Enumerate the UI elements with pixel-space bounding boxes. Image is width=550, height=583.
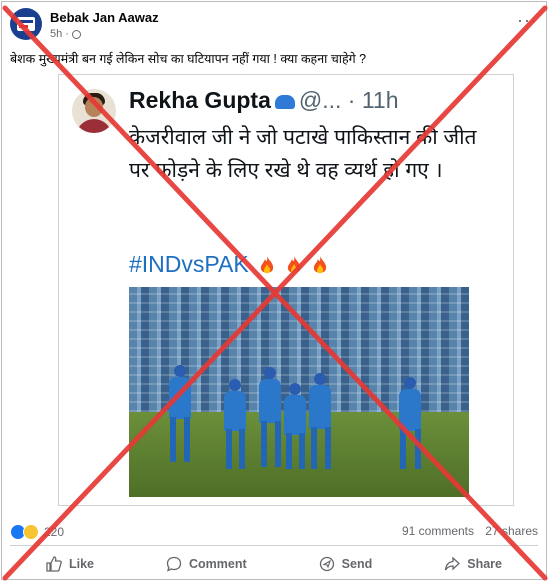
- comments-count[interactable]: 91 comments: [402, 524, 474, 538]
- like-button[interactable]: Like: [46, 556, 94, 572]
- shares-count[interactable]: 27 shares: [485, 524, 538, 538]
- send-icon: [319, 556, 334, 572]
- reactions-count: 220: [44, 525, 65, 539]
- tweet-avatar: [72, 89, 116, 133]
- verified-badge-icon: [274, 94, 295, 109]
- fire-icon: [313, 255, 327, 274]
- share-label: Share: [467, 557, 502, 571]
- globe-icon: [71, 29, 81, 39]
- haha-reaction-icon: [23, 524, 39, 540]
- cricket-team-photo: [129, 287, 469, 497]
- tweet-text: केजरीवाल जी ने जो पटाखे पाकिस्तान की जीत…: [129, 126, 477, 182]
- tweet-time: · 11h: [347, 87, 399, 113]
- page-name[interactable]: Bebak Jan Aawaz: [50, 10, 159, 25]
- tweet-hashtag-row: #INDvsPAK: [129, 251, 328, 278]
- more-icon[interactable]: ···: [517, 10, 538, 31]
- post-caption: बेशक मुख्यमंत्री बन गई लेकिन सोच का घटिय…: [10, 52, 367, 66]
- tweet-handle: @...: [298, 87, 342, 113]
- tweet-hashtag: #INDvsPAK: [129, 251, 249, 277]
- comment-button[interactable]: Comment: [166, 556, 247, 572]
- share-button[interactable]: Share: [444, 556, 502, 572]
- post-stats: 220 91 comments 27 shares: [10, 524, 538, 542]
- divider: [10, 545, 538, 546]
- send-button[interactable]: Send: [319, 556, 373, 572]
- fire-icon: [287, 255, 300, 274]
- share-icon: [445, 556, 461, 571]
- tweet-author-name: Rekha Gupta: [129, 87, 271, 113]
- send-label: Send: [341, 557, 373, 571]
- like-label: Like: [69, 557, 95, 571]
- tweet-header: Rekha Gupta @... · 11h: [129, 87, 399, 114]
- tweet-screenshot[interactable]: Rekha Gupta @... · 11h केजरीवाल जी ने जो …: [58, 74, 514, 506]
- comment-icon: [166, 556, 182, 572]
- comment-label: Comment: [189, 557, 247, 571]
- post-meta: 5h ·: [50, 28, 81, 40]
- action-bar: Like Comment Send Share: [10, 550, 538, 578]
- fire-icon: [260, 255, 274, 274]
- like-icon: [46, 556, 62, 572]
- post-time[interactable]: 5h: [50, 28, 62, 40]
- facebook-post: Bebak Jan Aawaz 5h · ··· बेशक मुख्यमंत्र…: [1, 1, 547, 580]
- post-header: Bebak Jan Aawaz 5h · ···: [10, 8, 538, 44]
- page-avatar[interactable]: [10, 8, 42, 40]
- reactions[interactable]: 220: [10, 524, 64, 540]
